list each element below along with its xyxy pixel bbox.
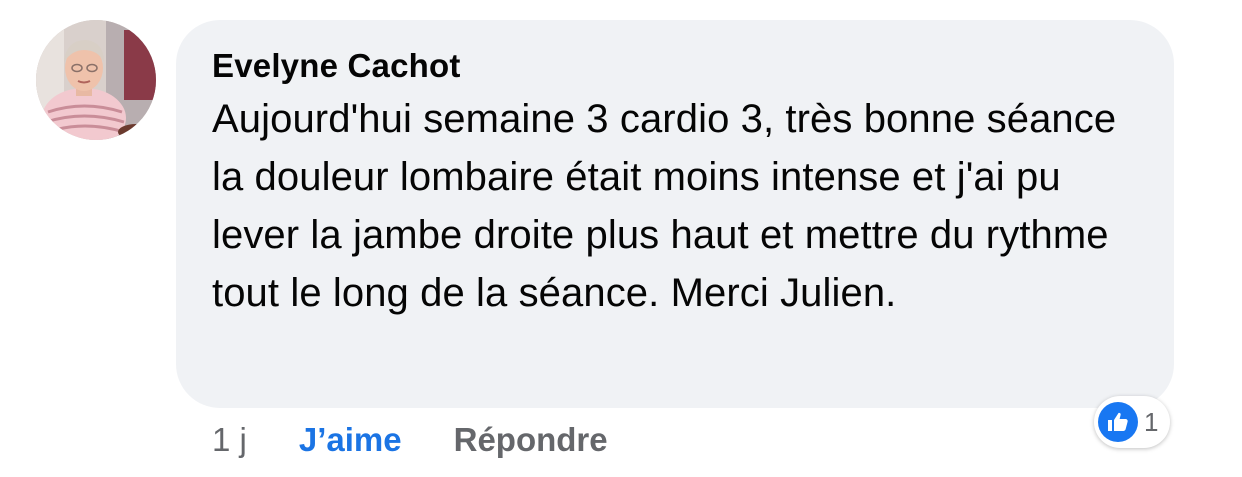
comment-text: Aujourd'hui semaine 3 cardio 3, très bon… xyxy=(212,97,1117,315)
avatar[interactable] xyxy=(36,20,156,140)
avatar-photo xyxy=(36,20,156,140)
comment-author[interactable]: Evelyne Cachot xyxy=(212,44,1144,88)
thumbs-up-icon xyxy=(1098,402,1138,442)
comment-timestamp[interactable]: 1 j xyxy=(212,420,247,460)
reaction-count: 1 xyxy=(1144,406,1159,437)
comment-bubble: Evelyne Cachot Aujourd'hui semaine 3 car… xyxy=(176,20,1174,408)
reply-button[interactable]: Répondre xyxy=(454,420,608,460)
reaction-summary[interactable]: 1 xyxy=(1094,396,1171,448)
comment-actions: 1 j J’aime Répondre xyxy=(212,420,608,460)
like-button[interactable]: J’aime xyxy=(299,420,402,460)
